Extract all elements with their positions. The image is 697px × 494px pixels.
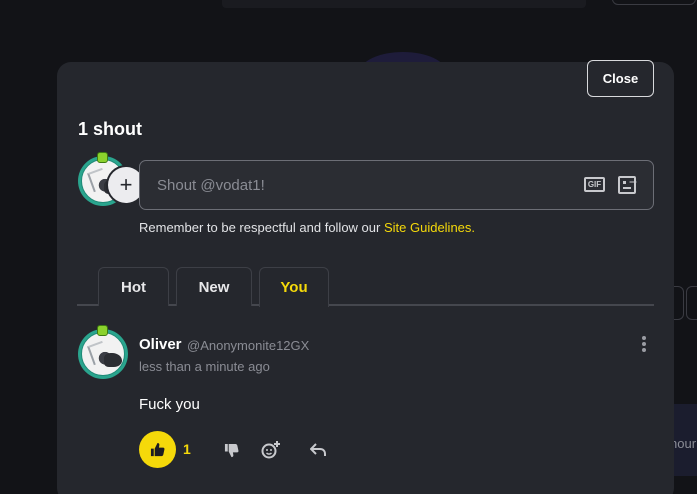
badge-icon — [97, 325, 108, 336]
reply-icon — [310, 443, 326, 456]
shout-text: Fuck you — [139, 396, 200, 413]
tab-hot[interactable]: Hot — [98, 267, 169, 306]
thumbs-down-icon — [224, 443, 238, 457]
background-top-bar — [222, 0, 586, 8]
background-button — [674, 286, 684, 320]
dislike-button[interactable] — [220, 439, 242, 461]
avatar-image — [81, 332, 125, 376]
thumbs-up-icon — [150, 442, 165, 457]
close-button[interactable]: Close — [587, 60, 654, 97]
like-button[interactable] — [139, 431, 176, 468]
shout-input[interactable] — [139, 160, 654, 210]
shout-count-title: 1 shout — [78, 119, 143, 139]
like-count: 1 — [183, 441, 191, 457]
shouts-modal: Close 1 shout + GIF Remember to be respe… — [57, 60, 674, 494]
guidelines-text: Remember to be respectful and follow our — [139, 220, 384, 235]
emoji-icon[interactable] — [618, 176, 636, 194]
tab-you[interactable]: You — [259, 267, 329, 307]
reply-button[interactable] — [307, 439, 329, 461]
shout-timestamp: less than a minute ago — [139, 359, 270, 374]
tab-new[interactable]: New — [176, 267, 252, 306]
add-reaction-button[interactable] — [260, 439, 282, 461]
site-guidelines-link[interactable]: Site Guidelines. — [384, 220, 475, 235]
add-reaction-icon — [261, 441, 280, 459]
plus-icon: + — [119, 172, 133, 197]
more-options-icon[interactable] — [639, 336, 649, 354]
shout-author-handle: @Anonymonite12GX — [187, 338, 310, 353]
shout-author-avatar[interactable] — [78, 325, 128, 379]
badge-icon — [97, 152, 108, 163]
background-button — [686, 286, 697, 320]
background-partial-text: hour — [670, 436, 697, 451]
guidelines-notice: Remember to be respectful and follow our… — [139, 220, 475, 235]
gif-icon[interactable]: GIF — [584, 177, 605, 192]
shout-author-name[interactable]: Oliver — [139, 336, 182, 353]
background-top-button — [612, 0, 696, 5]
